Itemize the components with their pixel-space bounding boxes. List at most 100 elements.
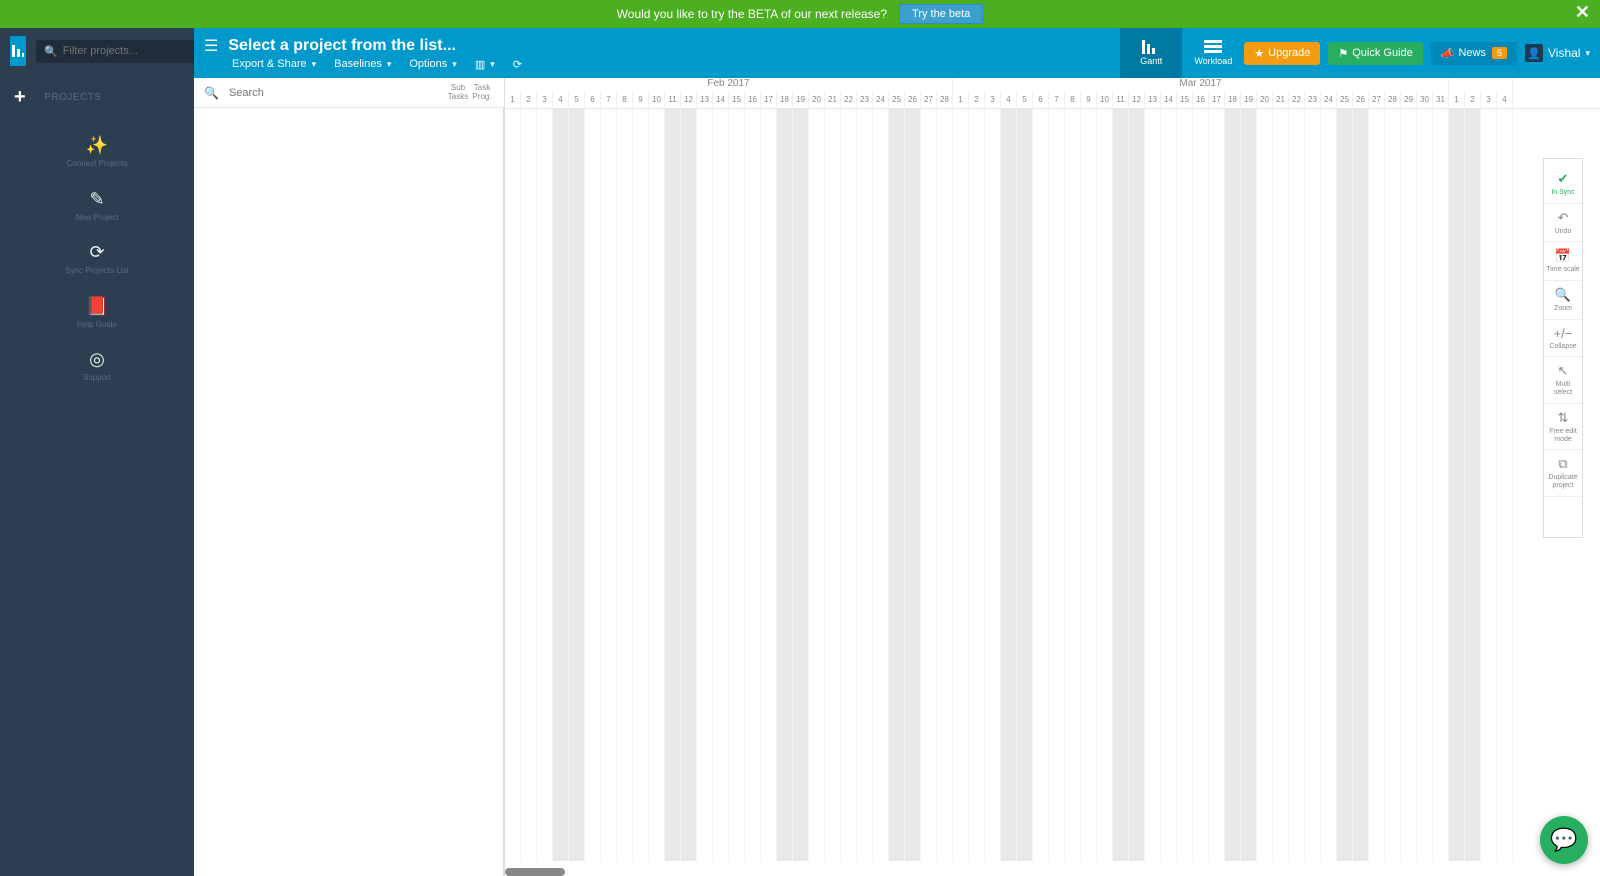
day-column bbox=[1209, 109, 1225, 861]
beta-text: Would you like to try the BETA of our ne… bbox=[617, 7, 887, 21]
baselines-menu[interactable]: Baselines bbox=[334, 58, 391, 70]
beta-banner: Would you like to try the BETA of our ne… bbox=[0, 0, 1600, 28]
day-label: 22 bbox=[841, 92, 857, 108]
day-column bbox=[1129, 109, 1145, 861]
flag-icon: ⚑ bbox=[1338, 47, 1348, 60]
export-share-menu[interactable]: Export & Share bbox=[232, 58, 316, 70]
undo-icon: ↶ bbox=[1546, 210, 1580, 226]
news-button[interactable]: 📣 News 5 bbox=[1431, 42, 1517, 65]
day-label: 9 bbox=[633, 92, 649, 108]
day-label: 30 bbox=[1417, 92, 1433, 108]
sidebar-sync-projects[interactable]: ⟳ Sync Projects List bbox=[0, 232, 194, 286]
day-row: 1234567891011121314151617181920212223242… bbox=[505, 92, 1600, 108]
duplicate-button[interactable]: ⧉ Duplicate project bbox=[1544, 450, 1582, 496]
day-column bbox=[585, 109, 601, 861]
day-label: 23 bbox=[857, 92, 873, 108]
day-label: 25 bbox=[1337, 92, 1353, 108]
filter-projects-input[interactable]: 🔍 bbox=[36, 40, 213, 63]
sync-status[interactable]: ✔ In Sync bbox=[1544, 165, 1582, 204]
day-column bbox=[1321, 109, 1337, 861]
add-project-icon[interactable]: + bbox=[14, 86, 26, 109]
multiselect-button[interactable]: ↖ Multi select bbox=[1544, 357, 1582, 403]
quick-guide-button[interactable]: ⚑ Quick Guide bbox=[1328, 42, 1422, 65]
gantt-tab[interactable]: Gantt bbox=[1120, 28, 1182, 78]
freeedit-button[interactable]: ⇅ Free edit mode bbox=[1544, 404, 1582, 450]
day-label: 26 bbox=[905, 92, 921, 108]
sidebar-new-project[interactable]: ✎ New Project bbox=[0, 179, 194, 233]
day-label: 7 bbox=[601, 92, 617, 108]
day-column bbox=[1305, 109, 1321, 861]
day-label: 18 bbox=[777, 92, 793, 108]
day-column bbox=[1113, 109, 1129, 861]
day-column bbox=[521, 109, 537, 861]
app-logo[interactable] bbox=[10, 36, 26, 66]
zoom-button[interactable]: 🔍 Zoom bbox=[1544, 281, 1582, 320]
day-label: 26 bbox=[1353, 92, 1369, 108]
sidebar-support[interactable]: ◎ Support bbox=[0, 339, 194, 393]
chat-fab[interactable]: 💬 bbox=[1540, 816, 1588, 864]
day-label: 31 bbox=[1433, 92, 1449, 108]
gantt-body[interactable] bbox=[505, 109, 1600, 861]
day-column bbox=[937, 109, 953, 861]
columns-menu[interactable]: ▥ bbox=[475, 58, 495, 71]
day-label: 6 bbox=[1033, 92, 1049, 108]
day-label: 28 bbox=[937, 92, 953, 108]
day-label: 11 bbox=[1113, 92, 1129, 108]
timescale-button[interactable]: 📅 Time scale bbox=[1544, 242, 1582, 281]
try-beta-button[interactable]: Try the beta bbox=[899, 4, 983, 24]
toolbar: ☰ Select a project from the list... Expo… bbox=[194, 28, 1600, 78]
day-column bbox=[1257, 109, 1273, 861]
upgrade-button[interactable]: ★ Upgrade bbox=[1244, 42, 1320, 65]
day-column bbox=[1417, 109, 1433, 861]
undo-button[interactable]: ↶ Undo bbox=[1544, 204, 1582, 243]
day-column bbox=[1433, 109, 1449, 861]
workload-tab[interactable]: Workload bbox=[1182, 28, 1244, 78]
day-label: 3 bbox=[537, 92, 553, 108]
day-column bbox=[761, 109, 777, 861]
day-column bbox=[601, 109, 617, 861]
day-column bbox=[713, 109, 729, 861]
lifebuoy-icon: ◎ bbox=[4, 349, 190, 370]
day-label: 21 bbox=[1273, 92, 1289, 108]
options-menu[interactable]: Options bbox=[409, 58, 456, 70]
day-column bbox=[1161, 109, 1177, 861]
day-label: 14 bbox=[1161, 92, 1177, 108]
magic-icon: ✎ bbox=[4, 189, 190, 210]
workload-icon bbox=[1204, 40, 1222, 54]
chevron-down-icon: ▾ bbox=[1585, 48, 1590, 59]
bullhorn-icon: 📣 bbox=[1441, 47, 1455, 60]
user-menu[interactable]: 👤 Vishal ▾ bbox=[1525, 44, 1590, 62]
sidebar-help-guide[interactable]: 📕 Help Guide bbox=[0, 286, 194, 340]
day-column bbox=[617, 109, 633, 861]
day-label: 16 bbox=[1193, 92, 1209, 108]
gantt-chart[interactable]: Feb 2017Mar 2017 12345678910111213141516… bbox=[505, 78, 1600, 876]
page-title: Select a project from the list... bbox=[228, 37, 456, 55]
day-column bbox=[1273, 109, 1289, 861]
day-column bbox=[889, 109, 905, 861]
day-label: 21 bbox=[825, 92, 841, 108]
close-banner-icon[interactable]: ✕ bbox=[1575, 2, 1590, 23]
day-column bbox=[969, 109, 985, 861]
day-label: 18 bbox=[1225, 92, 1241, 108]
refresh-button[interactable]: ⟳ bbox=[513, 58, 522, 71]
day-label: 6 bbox=[585, 92, 601, 108]
day-label: 8 bbox=[1065, 92, 1081, 108]
collapse-button[interactable]: +/− Collapse bbox=[1544, 320, 1582, 358]
horizontal-scrollbar[interactable] bbox=[505, 868, 565, 876]
day-column bbox=[697, 109, 713, 861]
day-label: 4 bbox=[553, 92, 569, 108]
day-column bbox=[777, 109, 793, 861]
day-column bbox=[505, 109, 521, 861]
zoom-icon: 🔍 bbox=[1546, 287, 1580, 303]
sidebar-connect-projects[interactable]: ✨ Connect Projects bbox=[0, 125, 194, 179]
day-label: 2 bbox=[1465, 92, 1481, 108]
task-search-input[interactable] bbox=[229, 87, 446, 99]
day-label: 22 bbox=[1289, 92, 1305, 108]
day-column bbox=[1145, 109, 1161, 861]
menu-icon[interactable]: ☰ bbox=[204, 36, 218, 56]
day-column bbox=[1369, 109, 1385, 861]
day-label: 1 bbox=[1449, 92, 1465, 108]
avatar: 👤 bbox=[1525, 44, 1543, 62]
day-label: 3 bbox=[985, 92, 1001, 108]
day-label: 15 bbox=[729, 92, 745, 108]
